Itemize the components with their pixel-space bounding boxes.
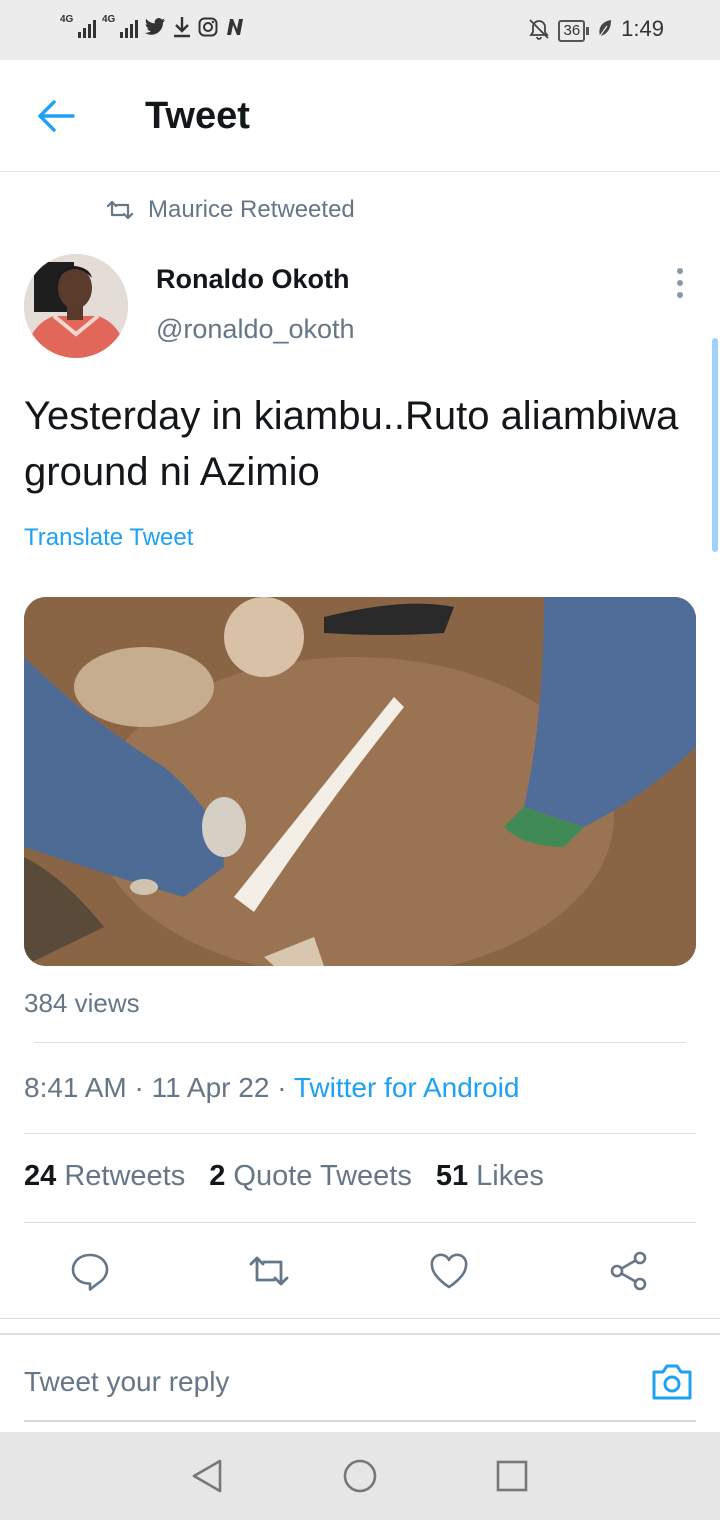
quote-tweets-count: 2: [209, 1160, 226, 1192]
share-icon[interactable]: [607, 1249, 651, 1293]
battery-icon: 36: [558, 15, 590, 42]
app-header: Tweet: [0, 60, 720, 172]
scrollbar[interactable]: [712, 338, 718, 552]
divider: [34, 1042, 686, 1043]
reply-icon[interactable]: [68, 1249, 112, 1293]
likes-label: Likes: [476, 1160, 544, 1192]
nav-home-icon[interactable]: [340, 1456, 380, 1496]
retweet-icon: [106, 200, 134, 220]
divider: [24, 1420, 696, 1422]
back-arrow-icon[interactable]: [36, 98, 76, 134]
author-name[interactable]: Ronaldo Okoth: [156, 264, 349, 295]
download-icon: [174, 17, 190, 38]
divider: [24, 1222, 696, 1223]
reply-input[interactable]: Tweet your reply: [24, 1366, 229, 1398]
tweet-video[interactable]: [24, 597, 696, 966]
status-right: 36 1:49: [528, 15, 664, 42]
avatar[interactable]: [24, 254, 128, 358]
network-type: 4G: [102, 14, 116, 25]
translate-tweet-link[interactable]: Translate Tweet: [24, 524, 193, 552]
quote-tweets-label: Quote Tweets: [233, 1160, 412, 1192]
author-handle[interactable]: @ronaldo_okoth: [156, 314, 355, 345]
tweet-source-link[interactable]: Twitter for Android: [294, 1072, 520, 1103]
n-icon: [227, 19, 243, 35]
retweet-context[interactable]: Maurice Retweeted: [106, 196, 355, 224]
tweet-date: 11 Apr 22: [151, 1072, 270, 1103]
status-left: 4G 4G: [60, 14, 246, 38]
nav-back-icon[interactable]: [188, 1456, 228, 1496]
camera-icon[interactable]: [650, 1360, 694, 1402]
nav-recents-icon[interactable]: [492, 1456, 532, 1496]
status-bar: 4G 4G 36 1:49: [0, 0, 720, 60]
leaf-icon: [599, 19, 612, 36]
tweet-meta: 8:41 AM · 11 Apr 22 · Twitter for Androi…: [24, 1072, 519, 1104]
signal-icon: 4G: [60, 14, 96, 38]
network-type: 4G: [60, 14, 74, 25]
video-thumbnail: [24, 597, 696, 966]
retweet-icon[interactable]: [247, 1249, 291, 1293]
battery-level: 36: [558, 20, 586, 42]
tweet-time: 8:41 AM: [24, 1072, 127, 1103]
more-options-icon[interactable]: [668, 266, 692, 300]
retweets-count: 24: [24, 1160, 57, 1192]
tweet-stats: 24 Retweets 2 Quote Tweets 51 Likes: [24, 1160, 544, 1193]
clock: 1:49: [621, 15, 664, 41]
retweeted-by-label: Maurice Retweeted: [148, 196, 355, 223]
tweet-text: Yesterday in kiambu..Ruto aliambiwa grou…: [24, 394, 679, 494]
view-count: 384 views: [24, 988, 140, 1018]
like-heart-icon[interactable]: [427, 1249, 471, 1293]
twitter-icon: [144, 18, 166, 35]
likes-count: 51: [435, 1160, 469, 1192]
signal-icon: 4G: [102, 14, 138, 38]
quote-tweets-stat[interactable]: 2 Quote Tweets: [209, 1160, 412, 1193]
section-divider: [0, 1318, 720, 1335]
retweets-label: Retweets: [64, 1160, 186, 1192]
likes-stat[interactable]: 51 Likes: [436, 1160, 544, 1193]
retweets-stat[interactable]: 24 Retweets: [24, 1160, 185, 1193]
separator-dot: ·: [134, 1072, 152, 1103]
divider: [24, 1133, 696, 1134]
page-title: Tweet: [145, 95, 250, 137]
instagram-icon: [198, 17, 218, 37]
separator-dot: ·: [277, 1072, 294, 1103]
avatar-image: [24, 254, 128, 358]
mute-bell-icon: [529, 18, 550, 40]
